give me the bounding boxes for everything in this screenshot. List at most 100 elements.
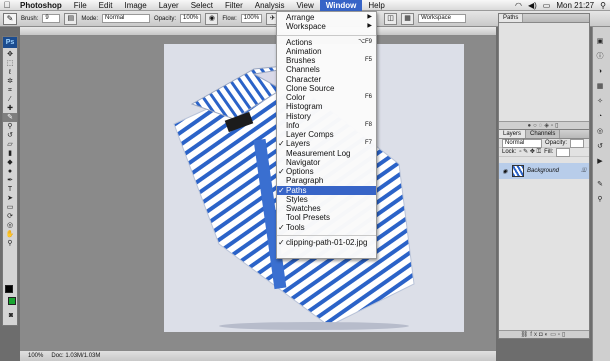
path-selection-tool-icon[interactable]: ➤ [3,194,17,203]
menu-select[interactable]: Select [185,0,219,11]
fill-field[interactable] [556,147,571,157]
layers-opacity-field[interactable] [570,138,585,148]
apple-icon[interactable]:  [0,0,14,10]
window-menu-item-character[interactable]: Character [277,75,376,84]
window-menu-item-layer-comps[interactable]: Layer Comps [277,130,376,139]
delete-layer-icon[interactable]: ▯ [562,332,567,338]
window-menu-item-actions[interactable]: Actions ⌥F9 [277,38,376,47]
window-menu-item-histogram[interactable]: Histogram [277,102,376,111]
zoom-level[interactable]: 100% [28,353,43,359]
adjustments-panel-icon[interactable]: ◔ [593,112,607,121]
brushes-panel-icon[interactable]: ✎ [593,180,607,189]
info-panel-icon[interactable]: ⓘ [593,52,607,61]
3d-rotate-tool-icon[interactable]: ⟳ [3,212,17,221]
navigator-panel-icon[interactable]: ▣ [593,37,607,46]
window-menu-item-workspace[interactable]: Workspace ▶ [277,22,376,31]
eraser-tool-icon[interactable]: ▱ [3,140,17,149]
hand-tool-icon[interactable]: ✋ [3,230,17,239]
window-menu-item-paragraph[interactable]: Paragraph [277,176,376,185]
workspace-switcher[interactable]: Workspace [418,14,467,23]
menu-help[interactable]: Help [362,0,390,11]
window-menu-item-styles[interactable]: Styles [277,195,376,204]
history-brush-tool-icon[interactable]: ↺ [3,131,17,140]
flow-field[interactable]: 100% [240,14,263,23]
quick-mask-icon[interactable]: ◙ [4,311,18,320]
link-layers-icon[interactable]: ⛓ [521,332,531,338]
window-menu-item-tool-presets[interactable]: Tool Presets [277,213,376,222]
window-menu-item-clipping-path-01-02-jpg[interactable]: ✓ clipping-path-01-02.jpg [277,238,376,247]
menu-analysis[interactable]: Analysis [249,0,291,11]
blend-mode-select[interactable]: Normal [502,138,542,148]
volume-icon[interactable]: ◀) [528,1,537,10]
window-menu-item-brushes[interactable]: Brushes F5 [277,56,376,65]
window-menu-item-info[interactable]: Info F8 [277,121,376,130]
zoom-tool-icon[interactable]: ⚲ [3,239,17,248]
eye-icon[interactable]: ◉ [501,168,509,175]
menu-edit[interactable]: Edit [93,0,119,11]
background-color-swatch[interactable] [8,297,16,305]
window-menu-item-animation[interactable]: Animation [277,47,376,56]
window-menu-item-arrange[interactable]: Arrange ▶ [277,13,376,22]
shape-tool-icon[interactable]: ▭ [3,203,17,212]
dodge-tool-icon[interactable]: ● [3,167,17,176]
swatches-panel-icon[interactable]: ▦ [593,82,607,91]
brush-tool-icon[interactable]: ✎ [3,113,17,122]
menu-file[interactable]: File [68,0,93,11]
window-menu-item-measurement-log[interactable]: Measurement Log [277,149,376,158]
battery-icon[interactable]: ▭ [543,1,551,10]
window-menu-item-clone-source[interactable]: Clone Source [277,84,376,93]
window-menu-item-swatches[interactable]: Swatches [277,204,376,213]
3d-orbit-tool-icon[interactable]: ◎ [3,221,17,230]
brush-panel-icon[interactable]: ▤ [64,12,78,25]
window-menu-item-history[interactable]: History [277,112,376,121]
menu-layer[interactable]: Layer [153,0,185,11]
gradient-tool-icon[interactable]: ▮ [3,149,17,158]
menu-image[interactable]: Image [118,0,152,11]
brush-size-picker[interactable]: 9 [42,14,61,23]
window-menu-item-navigator[interactable]: Navigator [277,158,376,167]
lock-icons[interactable]: ▫ ✎ ✥ ⚿ [519,148,541,156]
tab-layers[interactable]: Layers [499,130,527,138]
window-menu-item-color[interactable]: Color F6 [277,93,376,102]
magic-wand-tool-icon[interactable]: ✲ [3,77,17,86]
window-menu-item-channels[interactable]: Channels [277,65,376,74]
document-titlebar[interactable] [20,27,496,36]
layer-background[interactable]: ◉ Background ⚿ [499,163,589,179]
masks-panel-icon[interactable]: ◎ [593,127,607,136]
color-panel-icon[interactable]: ◑ [593,67,607,76]
layer-style-icon[interactable]: fx [530,332,539,338]
eyedropper-tool-icon[interactable]: ⁄ [3,95,17,104]
menu-view[interactable]: View [291,0,320,11]
healing-brush-tool-icon[interactable]: ✚ [3,104,17,113]
clone-source-panel-icon[interactable]: ⚲ [593,195,607,204]
crop-tool-icon[interactable]: ⌗ [3,86,17,95]
move-tool-icon[interactable]: ✥ [3,50,17,59]
foreground-color-swatch[interactable] [5,285,13,293]
pressure-opacity-icon[interactable]: ◉ [205,12,219,25]
history-panel-icon[interactable]: ↺ [593,142,607,151]
lasso-tool-icon[interactable]: ℓ [3,68,17,77]
type-tool-icon[interactable]: T [3,185,17,194]
mode-select[interactable]: Normal [102,14,151,23]
new-group-icon[interactable]: ▭ [550,332,558,338]
clock[interactable]: Mon 21:27 [556,1,594,10]
pen-tool-icon[interactable]: ✒ [3,176,17,185]
opacity-field[interactable]: 100% [180,14,202,23]
tool-preset-picker[interactable]: ✎ [3,12,17,25]
styles-panel-icon[interactable]: ✧ [593,97,607,106]
window-menu-item-options[interactable]: ✓ Options [277,167,376,176]
tab-paths[interactable]: Paths [499,14,524,22]
brush-panel-toggle-icon[interactable]: ▦ [401,12,415,25]
window-menu-item-tools[interactable]: ✓ Tools [277,223,376,232]
spotlight-icon[interactable]: ⚲ [600,1,606,10]
tab-channels[interactable]: Channels [526,130,561,138]
tablet-pressure-icon[interactable]: ◫ [384,12,398,25]
menu-filter[interactable]: Filter [219,0,249,11]
menu-window[interactable]: Window [319,0,363,11]
doc-size[interactable]: Doc: 1.03M/1.03M [51,353,100,359]
window-menu-item-paths[interactable]: ✓ Paths [277,185,376,195]
wifi-icon[interactable]: ◠ [515,1,522,10]
marquee-tool-icon[interactable]: ⬚ [3,59,17,68]
clone-stamp-tool-icon[interactable]: ⚲ [3,122,17,131]
window-menu-item-layers[interactable]: ✓ Layers F7 [277,139,376,148]
